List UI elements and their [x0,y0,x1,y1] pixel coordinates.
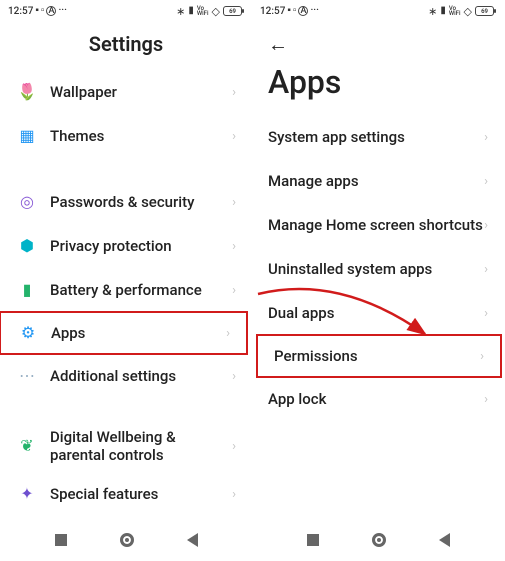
chevron-right-icon: › [232,369,236,384]
row-apps[interactable]: ⚙ Apps› [0,311,248,355]
signal-icon: ▮ [440,6,446,16]
permissions-label: Permissions [274,347,480,365]
vowifi-icon: VoWiFi [449,6,461,17]
battery-performance-label: Battery & performance [50,281,232,299]
row-wallpaper[interactable]: 🌷 Wallpaper› [0,70,252,114]
manage-home-shortcuts-label: Manage Home screen shortcuts [268,208,484,242]
privacy-protection-label: Privacy protection [50,237,232,255]
battery-icon: 69 [223,6,242,16]
chevron-right-icon: › [484,130,488,145]
row-system-app-settings[interactable]: System app settings› [252,115,504,159]
wifi-icon: ◇ [464,6,472,17]
passwords-security-label: Passwords & security [50,193,232,211]
row-additional-settings[interactable]: ⋯ Additional settings› [0,354,252,398]
row-permissions[interactable]: Permissions› [256,334,502,378]
row-privacy-protection[interactable]: ⬢ Privacy protection› [0,224,252,268]
app-lock-label: App lock [268,390,484,408]
wallpaper-icon: 🌷 [16,84,38,100]
status-icon-b: ▫ [41,6,45,16]
row-uninstalled-system-apps[interactable]: Uninstalled system apps› [252,247,504,291]
settings-screen: 12:57 ▪ ▫ A ··· ∗ ▮ VoWiFi ◇ 69 Settings… [0,0,252,561]
status-time: 12:57 [8,6,33,17]
manage-apps-label: Manage apps [268,172,484,190]
chevron-right-icon: › [232,85,236,100]
row-themes[interactable]: ▦ Themes› [0,114,252,158]
status-bar-right: 12:57 ▪ ▫ A ··· ∗ ▮ VoWiFi ◇ 69 [252,0,504,22]
privacy-protection-icon: ⬢ [16,238,38,254]
bluetooth-icon: ∗ [176,6,185,17]
chevron-right-icon: › [232,239,236,254]
status-icon-c: A [298,6,308,16]
nav-home-icon[interactable] [372,533,386,547]
apps-icon: ⚙ [17,325,39,341]
nav-bar-right [252,525,504,561]
special-features-label: Special features [50,485,232,503]
battery-icon: 69 [475,6,494,16]
chevron-right-icon: › [232,439,236,454]
status-icon-c: A [46,6,56,16]
themes-label: Themes [50,127,232,145]
chevron-right-icon: › [232,129,236,144]
row-battery-performance[interactable]: ▮ Battery & performance› [0,268,252,312]
nav-back-icon[interactable] [187,533,198,547]
digital-wellbeing-icon: ❦ [16,438,38,454]
nav-recent-icon[interactable] [307,534,319,546]
chevron-right-icon: › [484,262,488,277]
additional-settings-icon: ⋯ [16,368,38,384]
signal-icon: ▮ [188,6,194,16]
uninstalled-system-apps-label: Uninstalled system apps [268,260,484,278]
status-more-icon: ··· [58,6,67,16]
battery-performance-icon: ▮ [16,282,38,298]
chevron-right-icon: › [484,218,488,233]
row-manage-home-shortcuts[interactable]: Manage Home screen shortcuts› [252,203,504,247]
page-title: Settings [0,22,252,70]
status-time: 12:57 [260,6,285,17]
status-icon-b: ▫ [293,6,297,16]
row-special-features[interactable]: ✦ Special features› [0,472,252,516]
nav-home-icon[interactable] [120,533,134,547]
apps-screen: 12:57 ▪ ▫ A ··· ∗ ▮ VoWiFi ◇ 69 ← Apps S… [252,0,504,561]
chevron-right-icon: › [232,283,236,298]
status-icon-a: ▪ [35,6,39,16]
row-digital-wellbeing[interactable]: ❦ Digital Wellbeing & parental controls› [0,420,252,472]
nav-recent-icon[interactable] [55,534,67,546]
chevron-right-icon: › [232,487,236,502]
additional-settings-label: Additional settings [50,367,232,385]
dual-apps-label: Dual apps [268,304,484,322]
back-button[interactable]: ← [268,32,288,56]
row-app-lock[interactable]: App lock› [252,377,504,421]
apps-label: Apps [51,324,226,342]
row-passwords-security[interactable]: ◎ Passwords & security› [0,180,252,224]
system-app-settings-label: System app settings [268,128,484,146]
page-title: Apps [252,59,504,115]
vowifi-icon: VoWiFi [197,6,209,17]
special-features-icon: ✦ [16,486,38,502]
status-icon-a: ▪ [287,6,291,16]
chevron-right-icon: › [480,349,484,364]
bluetooth-icon: ∗ [428,6,437,17]
chevron-right-icon: › [484,392,488,407]
digital-wellbeing-label: Digital Wellbeing & parental controls [50,420,232,472]
status-more-icon: ··· [310,6,319,16]
status-bar-left: 12:57 ▪ ▫ A ··· ∗ ▮ VoWiFi ◇ 69 [0,0,252,22]
settings-list: 🌷Wallpaper›▦Themes›◎Passwords & security… [0,70,252,525]
passwords-security-icon: ◎ [16,194,38,210]
nav-bar-left [0,525,252,561]
apps-list: System app settings›Manage apps›Manage H… [252,115,504,525]
chevron-right-icon: › [232,195,236,210]
wifi-icon: ◇ [212,6,220,17]
nav-back-icon[interactable] [439,533,450,547]
themes-icon: ▦ [16,128,38,144]
row-manage-apps[interactable]: Manage apps› [252,159,504,203]
wallpaper-label: Wallpaper [50,83,232,101]
chevron-right-icon: › [484,306,488,321]
chevron-right-icon: › [484,174,488,189]
chevron-right-icon: › [226,326,230,341]
row-dual-apps[interactable]: Dual apps› [252,291,504,335]
